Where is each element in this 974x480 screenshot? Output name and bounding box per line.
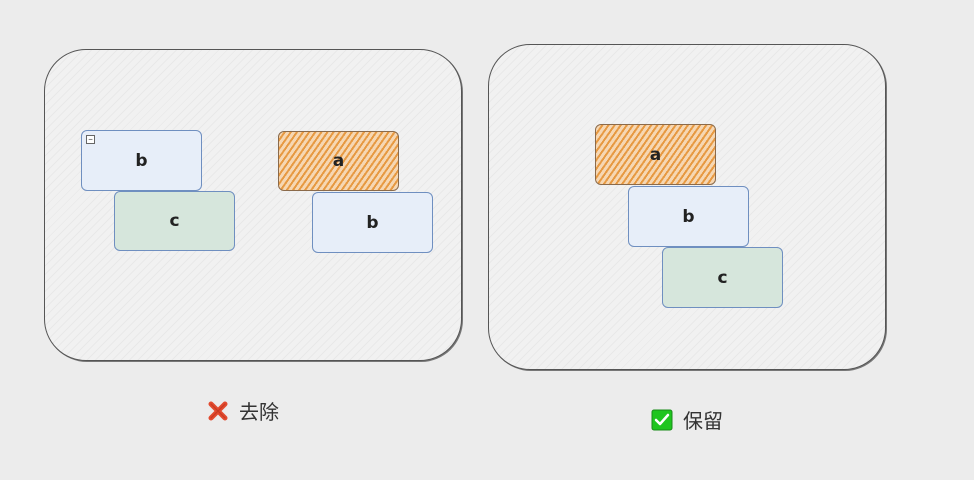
remove-caption: 去除 [207,396,279,425]
left-node-b-right: b [312,192,433,253]
keep-caption: 保留 [651,405,723,434]
remove-label: 去除 [239,400,279,424]
right-node-c: c [662,247,783,308]
right-node-c-label: c [717,267,728,288]
right-node-b-label: b [682,206,695,227]
left-node-c-label: c [169,211,180,231]
right-node-a-label: a [649,144,662,165]
left-node-b-top-label: b [135,150,148,171]
right-node-b: b [628,186,749,247]
check-icon [651,409,673,430]
right-node-a: a [595,124,716,185]
left-node-a: a [278,131,399,191]
left-node-b-right-label: b [366,212,379,233]
cross-icon [208,401,228,420]
left-node-a-label: a [332,151,345,171]
left-node-b-top: b [81,130,202,191]
collapse-icon: − [86,135,95,144]
left-node-c: c [114,191,235,251]
keep-label: 保留 [683,409,723,433]
